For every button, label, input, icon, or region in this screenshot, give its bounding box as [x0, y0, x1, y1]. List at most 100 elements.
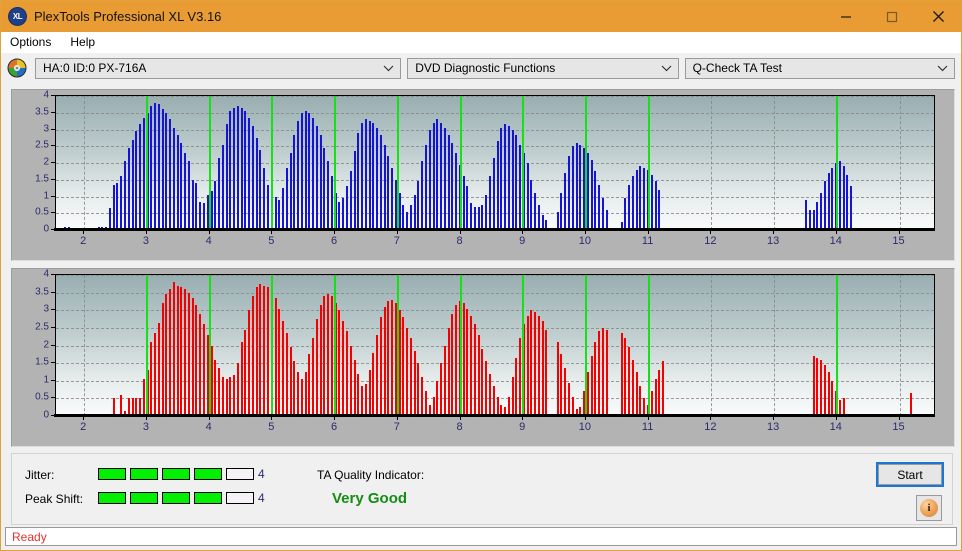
minimize-icon[interactable] [823, 1, 869, 32]
chart-bar [150, 106, 153, 230]
chart-bar [598, 184, 601, 230]
chart-bar [165, 112, 168, 230]
chart-bar [805, 199, 808, 230]
y-axis-tick-label: 0.5 [35, 391, 49, 403]
y-axis-tick-label: 3 [43, 123, 49, 134]
chart-bar [289, 347, 292, 416]
chart-bar [184, 289, 187, 416]
chart-bar [425, 391, 427, 416]
chart-bar [496, 141, 499, 230]
chart-bar [590, 356, 593, 416]
x-axis-tick-label: 12 [704, 235, 717, 247]
chart-bar [481, 204, 484, 230]
chart-bar [504, 124, 507, 230]
jitter-label: Jitter: [25, 468, 55, 482]
results-panel: Jitter: 4 Peak Shift: 4 TA Quality Indic… [11, 453, 953, 525]
test-selector[interactable]: Q-Check TA Test [684, 57, 955, 79]
chart-bar [477, 206, 480, 230]
chart-bar [233, 375, 236, 416]
x-axis-tick-label: 10 [578, 235, 592, 247]
chart-bar [838, 161, 841, 230]
info-button[interactable]: i [916, 495, 942, 521]
chart-marker-line [459, 275, 462, 416]
x-axis-tick-label: 6 [331, 235, 338, 247]
chart-bar [421, 377, 424, 416]
y-axis-tick-label: 1 [43, 374, 49, 386]
chart-bar [278, 199, 281, 230]
function-selector[interactable]: DVD Diagnostic Functions [407, 57, 679, 79]
chart-bar [823, 181, 826, 230]
close-icon[interactable] [915, 1, 961, 32]
chart-bar [413, 350, 416, 416]
chart-bar [289, 152, 292, 230]
x-axis-tick-label: 4 [205, 421, 212, 433]
chart-bar [466, 308, 469, 416]
chart-bar [455, 152, 458, 230]
chart-bar [635, 169, 638, 230]
chart-bar [172, 282, 175, 416]
meter-segment [130, 468, 158, 480]
chart-marker-line [145, 275, 148, 416]
x-axis-tick-label: 2 [80, 421, 87, 433]
chart-bar [406, 327, 409, 416]
chart-bar [187, 292, 190, 416]
chart-bar [631, 176, 634, 230]
chart-bar [210, 345, 213, 416]
y-axis-tick-label: 2 [43, 339, 49, 350]
chart-bar [345, 186, 348, 230]
chart-bar [304, 111, 307, 230]
chart-bar [184, 152, 187, 230]
chart-bar [218, 368, 221, 416]
gridline-horizontal [56, 146, 934, 148]
peak-shift-value: 4 [258, 491, 265, 505]
chart-bar [323, 296, 326, 416]
chart-bar [823, 364, 826, 416]
chart-bar [628, 184, 631, 230]
chart-bar [127, 147, 130, 230]
chart-bar [180, 287, 183, 416]
chart-bar [816, 201, 819, 230]
chart-bar [108, 208, 111, 230]
drive-selector[interactable]: HA:0 ID:0 PX-716A [35, 57, 402, 79]
chart-bar [526, 163, 529, 230]
chart-bar [361, 386, 364, 416]
chart-bar [120, 394, 123, 416]
x-axis-tick-label: 8 [456, 235, 463, 247]
chart-bar [519, 338, 522, 416]
chart-bar [357, 373, 360, 416]
chart-marker-line [396, 275, 399, 416]
y-axis-tick-label: 3 [43, 303, 49, 315]
chart-bar [650, 174, 653, 230]
chart-bar [169, 289, 172, 416]
y-axis-tick-label: 2 [43, 156, 49, 168]
maximize-icon[interactable] [869, 1, 915, 32]
chart-bar [353, 151, 356, 230]
chart-bar [372, 122, 375, 230]
chart-bar [379, 134, 382, 230]
chart-bar [338, 201, 341, 230]
menu-item-help[interactable]: Help [68, 34, 103, 51]
chart-bar [123, 161, 126, 230]
chart-bar [274, 196, 277, 230]
y-axis-tick [51, 309, 55, 311]
start-button[interactable]: Start [878, 464, 942, 485]
chevron-down-icon [937, 59, 948, 78]
chart-bar [195, 304, 198, 416]
chart-marker-line [208, 275, 211, 416]
x-axis-tick-label: 4 [205, 235, 212, 247]
chart-bar [225, 379, 228, 416]
chart-bar [391, 168, 394, 230]
chart-bar [285, 168, 288, 230]
chart-marker-line [208, 96, 211, 230]
chart-bar [639, 386, 642, 416]
y-axis-tick [51, 95, 55, 96]
y-axis-tick [51, 344, 55, 346]
menu-item-options[interactable]: Options [8, 34, 59, 51]
title-bar: XL PlexTools Professional XL V3.16 [1, 1, 961, 32]
chart-bar [304, 371, 307, 416]
chart-bar [842, 166, 845, 230]
chart-bar [244, 111, 247, 230]
y-axis-tick-label: 1.5 [35, 173, 49, 185]
chart-bar [507, 126, 510, 230]
chart-bar [327, 294, 330, 416]
